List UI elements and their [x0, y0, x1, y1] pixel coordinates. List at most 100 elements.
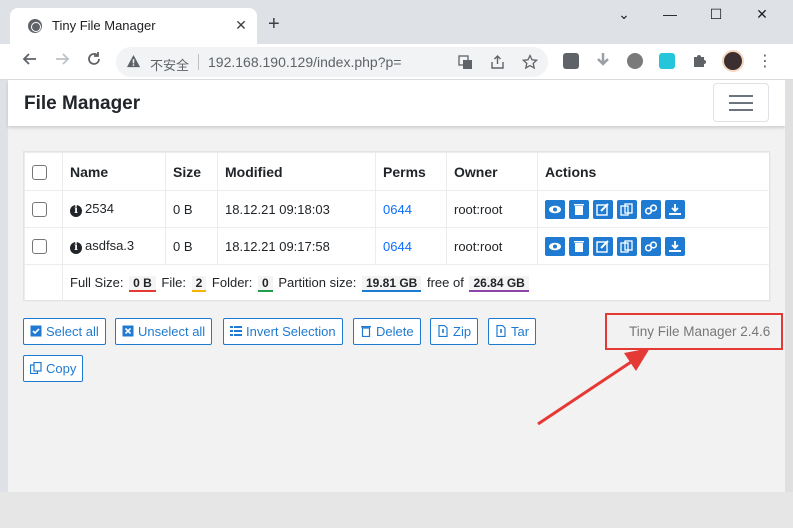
select-all-checkbox[interactable] — [32, 164, 47, 180]
globe-icon — [28, 19, 42, 33]
edit-icon[interactable] — [593, 236, 613, 256]
new-tab-button[interactable]: + — [268, 14, 280, 34]
row-checkbox[interactable] — [32, 202, 47, 218]
app-navbar: File Manager — [8, 80, 785, 126]
table-row: i 2534 0 B 18.12.21 09:18:03 0644 root:ro… — [24, 190, 771, 228]
summary-cell: Full Size: 0 B File: 2 Folder: 0 Partiti… — [62, 264, 771, 302]
header-modified[interactable]: Modified — [217, 152, 376, 191]
version-text: Tiny File Manager 2.4.6 — [629, 324, 771, 339]
download-icon[interactable] — [665, 236, 685, 256]
file-table: Name Size Modified Perms Owner Actions i… — [24, 152, 771, 302]
file-tar-icon — [496, 325, 506, 337]
zip-button[interactable]: Zip — [430, 318, 479, 345]
file-size: 0 B — [165, 190, 218, 228]
browser-menu-button[interactable]: ⋮ — [757, 51, 773, 71]
invert-selection-label: Invert Selection — [246, 324, 336, 339]
select-all-label: Select all — [46, 324, 99, 339]
tab-close-button[interactable]: ✕ — [232, 16, 250, 34]
file-perms-link[interactable]: 0644 — [383, 239, 412, 254]
view-icon[interactable] — [545, 236, 565, 256]
copy-icon[interactable] — [617, 199, 637, 219]
reload-button[interactable] — [84, 51, 104, 71]
trash-icon — [361, 326, 371, 337]
extension-shield-icon[interactable] — [563, 53, 579, 69]
tab-search-icon[interactable]: ⌄ — [604, 6, 644, 23]
file-label: File: — [161, 274, 186, 290]
view-icon[interactable] — [545, 199, 565, 219]
link-icon[interactable] — [641, 199, 661, 219]
file-perms-link[interactable]: 0644 — [383, 202, 412, 217]
extensions-puzzle-icon[interactable] — [691, 53, 707, 69]
back-button[interactable] — [20, 51, 40, 71]
translate-icon[interactable] — [458, 55, 473, 70]
tar-button[interactable]: Tar — [488, 318, 537, 345]
info-icon[interactable]: i — [70, 205, 82, 217]
bottom-strip — [0, 492, 793, 528]
free-label: free of — [426, 274, 464, 290]
web-page: File Manager Name Size Modified Perms Ow… — [8, 80, 785, 492]
table-row: i asdfsa.3 0 B 18.12.21 09:17:58 0644 roo… — [24, 227, 771, 265]
menu-toggle-button[interactable] — [713, 83, 769, 122]
maximize-button[interactable]: ☐ — [696, 6, 736, 23]
close-window-button[interactable]: ✕ — [742, 6, 782, 23]
edit-icon[interactable] — [593, 199, 613, 219]
app-brand[interactable]: File Manager — [24, 93, 140, 115]
header-actions: Actions — [537, 152, 771, 191]
delete-button[interactable]: Delete — [353, 318, 421, 345]
browser-toolbar: 不安全 192.168.190.129/index.php?p= ⋮ — [0, 44, 793, 80]
list-icon — [230, 326, 242, 336]
url-text[interactable]: 192.168.190.129/index.php?p= — [208, 54, 401, 70]
omnibox-divider — [198, 54, 199, 70]
extension-reel-icon[interactable] — [627, 53, 643, 69]
insecure-label: 不安全 — [150, 58, 190, 73]
download-icon[interactable] — [665, 199, 685, 219]
copy-icon — [30, 362, 42, 374]
file-modified: 18.12.21 09:17:58 — [217, 227, 376, 265]
share-icon[interactable] — [490, 55, 505, 70]
file-table-panel: Name Size Modified Perms Owner Actions i… — [23, 151, 771, 302]
header-owner[interactable]: Owner — [446, 152, 538, 191]
bookmark-star-icon[interactable] — [522, 54, 538, 70]
trash-icon[interactable] — [569, 199, 589, 219]
info-icon[interactable]: i — [70, 242, 82, 254]
file-name[interactable]: asdfsa.3 — [85, 238, 134, 253]
browser-tab[interactable]: Tiny File Manager ✕ — [10, 8, 257, 44]
row-checkbox[interactable] — [32, 239, 47, 255]
copy-label: Copy — [46, 361, 77, 376]
file-modified: 18.12.21 09:18:03 — [217, 190, 376, 228]
side-window-edge — [785, 80, 793, 492]
select-all-header — [24, 152, 63, 191]
table-footer-row: Full Size: 0 B File: 2 Folder: 0 Partiti… — [24, 264, 771, 302]
select-all-button[interactable]: Select all — [23, 318, 106, 345]
invert-selection-button[interactable]: Invert Selection — [223, 318, 343, 345]
profile-avatar[interactable] — [722, 50, 744, 72]
copy-icon[interactable] — [617, 236, 637, 256]
extension-cyan-icon[interactable] — [659, 53, 675, 69]
header-perms[interactable]: Perms — [375, 152, 447, 191]
address-bar[interactable]: 不安全 192.168.190.129/index.php?p= — [116, 47, 548, 77]
reload-icon — [88, 52, 100, 65]
file-name[interactable]: 2534 — [85, 201, 114, 216]
partition-label: Partition size: — [278, 274, 357, 290]
header-size[interactable]: Size — [165, 152, 218, 191]
tar-label: Tar — [511, 324, 530, 339]
delete-label: Delete — [376, 324, 414, 339]
link-icon[interactable] — [641, 236, 661, 256]
header-name[interactable]: Name — [62, 152, 166, 191]
table-header-row: Name Size Modified Perms Owner Actions — [24, 152, 771, 191]
row-actions — [537, 190, 771, 228]
back-arrow-icon — [22, 53, 36, 65]
file-owner: root:root — [446, 227, 538, 265]
trash-icon[interactable] — [569, 236, 589, 256]
forward-button[interactable] — [52, 51, 72, 71]
copy-button[interactable]: Copy — [23, 355, 84, 382]
partition-size: 19.81 GB — [361, 275, 422, 292]
tab-title: Tiny File Manager — [52, 18, 156, 33]
hamburger-icon — [729, 95, 753, 97]
download-extension-icon[interactable] — [594, 52, 612, 70]
full-size-value: 0 B — [129, 275, 156, 292]
folder-label: Folder: — [211, 274, 253, 290]
warning-icon — [126, 54, 141, 68]
unselect-all-button[interactable]: Unselect all — [115, 318, 213, 345]
minimize-button[interactable]: — — [650, 6, 690, 22]
